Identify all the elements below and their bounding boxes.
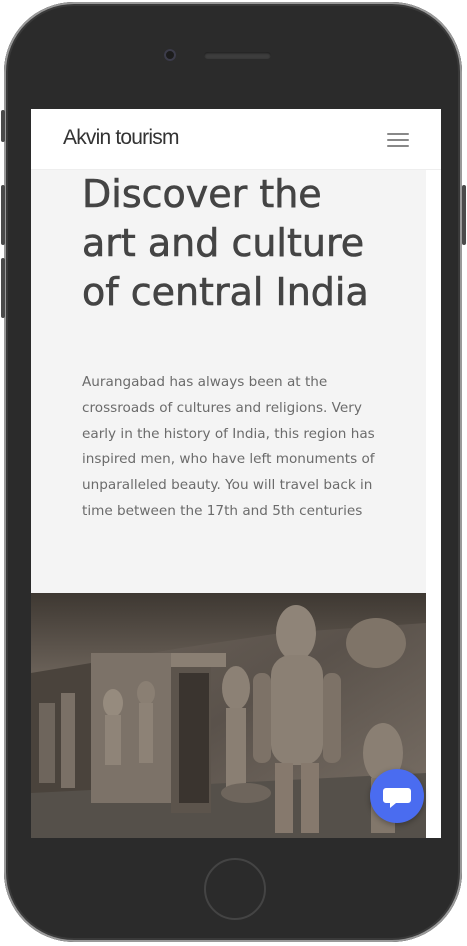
phone-frame: Akvin tourism Discover the art and cultu… xyxy=(4,2,462,942)
screen: Akvin tourism Discover the art and cultu… xyxy=(31,109,441,838)
chat-bubble-icon xyxy=(383,788,411,808)
silent-switch[interactable] xyxy=(1,110,5,142)
hamburger-menu-icon[interactable] xyxy=(387,133,409,149)
hero-description: Aurangabad has always been at the crossr… xyxy=(82,374,375,519)
power-button[interactable] xyxy=(462,185,466,245)
volume-down-button[interactable] xyxy=(1,258,5,318)
hero-heading: Discover the art and culture of central … xyxy=(82,172,369,315)
front-camera xyxy=(164,49,176,61)
brand-logo[interactable]: Akvin tourism xyxy=(63,126,179,150)
hero-section: Discover the art and culture of central … xyxy=(31,170,426,593)
volume-up-button[interactable] xyxy=(1,185,5,245)
menu-bar xyxy=(387,145,409,147)
cave-temple-photo xyxy=(31,593,426,838)
earpiece-speaker xyxy=(204,52,271,59)
home-button[interactable] xyxy=(204,858,266,920)
top-navbar: Akvin tourism xyxy=(31,109,441,170)
chat-button[interactable] xyxy=(370,769,424,823)
menu-bar xyxy=(387,139,409,141)
menu-bar xyxy=(387,133,409,135)
